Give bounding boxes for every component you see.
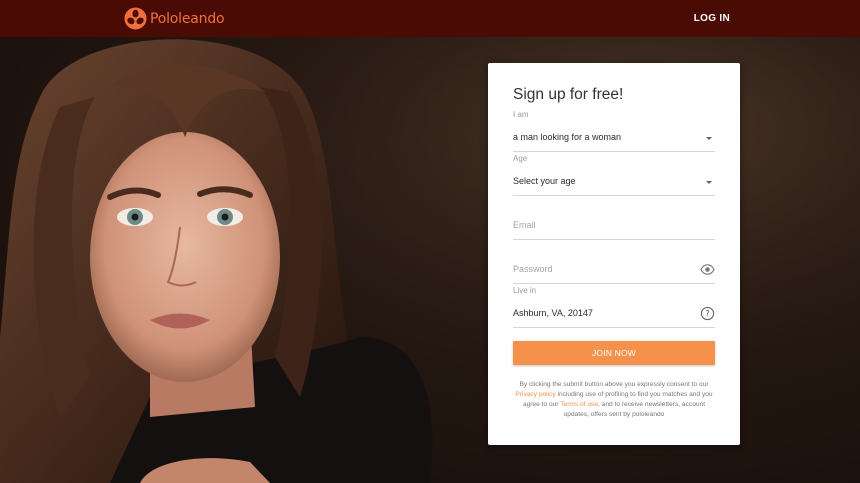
svg-text:?: ?: [705, 309, 709, 319]
top-navigation-bar: Pololeando LOG IN: [0, 0, 860, 37]
age-select-label: Age: [513, 154, 528, 163]
location-value: Ashburn, VA, 20147: [513, 308, 593, 318]
age-select[interactable]: Age Select your age: [513, 154, 715, 196]
email-field[interactable]: Email: [513, 214, 715, 240]
gender-select[interactable]: I am a man looking for a woman: [513, 110, 715, 152]
gender-select-value: a man looking for a woman: [513, 132, 622, 142]
password-placeholder: Password: [513, 264, 553, 274]
brand-name: Pololeando: [150, 10, 225, 27]
consent-part1: By clicking the submit button above you …: [519, 381, 709, 388]
terms-of-use-link[interactable]: Terms of use: [560, 401, 598, 408]
chevron-down-icon: [706, 181, 712, 184]
join-now-button[interactable]: JOIN NOW: [513, 341, 715, 365]
consent-text: By clicking the submit button above you …: [513, 380, 715, 420]
chevron-down-icon: [706, 137, 712, 140]
help-icon[interactable]: ?: [700, 306, 715, 321]
privacy-policy-link[interactable]: Privacy policy: [515, 391, 555, 398]
gender-select-label: I am: [513, 110, 529, 119]
eye-icon[interactable]: [700, 262, 715, 277]
signup-card: Sign up for free! I am a man looking for…: [488, 63, 740, 445]
email-placeholder: Email: [513, 220, 536, 230]
logo-flower-icon: [124, 7, 147, 30]
password-field[interactable]: Password: [513, 258, 715, 284]
signup-title: Sign up for free!: [513, 86, 624, 103]
location-field[interactable]: Live in Ashburn, VA, 20147 ?: [513, 286, 715, 328]
brand-logo[interactable]: Pololeando: [124, 7, 225, 30]
age-select-value: Select your age: [513, 176, 576, 186]
login-link[interactable]: LOG IN: [694, 13, 730, 24]
location-label: Live in: [513, 286, 537, 295]
